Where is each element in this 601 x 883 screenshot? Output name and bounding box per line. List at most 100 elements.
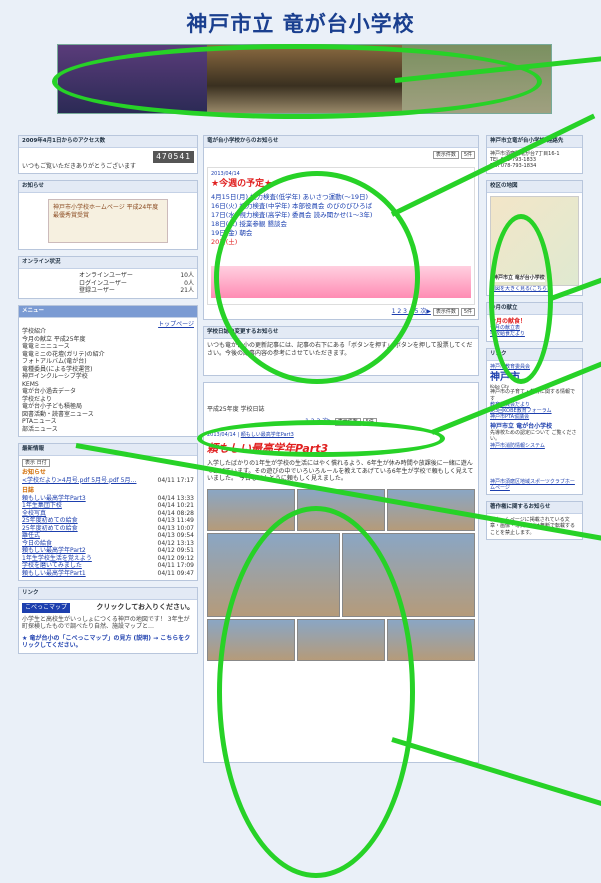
map-enlarge-link[interactable]: 地図を大きく見る(こちら) [490,286,579,292]
online-label: オンラインユーザー [79,272,133,280]
link-title: リンク [19,588,197,600]
oshirase-date: 04/11 17:17 [157,476,195,484]
diary-photo[interactable] [387,488,475,531]
diary-entry-date: 04/14 08:28 [157,509,195,517]
link-fire[interactable]: 神戸市消防情報システム [490,443,579,449]
diary-entry-link[interactable]: 離任式 [22,532,40,540]
link-pta[interactable]: 神戸市PTA協議会 [490,414,579,420]
menu-item[interactable]: 学校紹介 [22,328,194,336]
notice-count-select-bottom[interactable]: 5件 [460,308,475,317]
award-title: お知らせ [19,181,197,194]
diary-entry-link[interactable]: 25年度初めての給食 [22,525,78,533]
diary-box: 平成25年度 学校日誌 1 2 3 次▶ 表示件数 5件 2013/04/14 … [203,382,479,764]
kobekko-map-logo[interactable]: こべっこマップ [22,603,71,613]
diary-count-select[interactable]: 5件 [362,417,377,426]
contact-box: 神戸市立竜が台小学校 連絡先 神戸市須磨区竜が台7丁目16-1 TEL 078-… [486,135,583,174]
diary-heading: 平成25年度 学校日誌 [207,406,265,414]
sakura-decoration [211,266,471,299]
recent-title: 最新情報 [19,444,197,456]
diary-entry-date: 04/11 09:47 [157,569,195,577]
schedule-line: 20日(土) [211,238,238,247]
menu-item[interactable]: 竜種委員(による学校運営) [22,366,194,374]
diary-photo[interactable] [207,618,295,661]
menu-item[interactable]: 竜竜ミニの花壇(ガリテ)の紹介 [22,351,194,359]
links-title: リンク [487,348,582,361]
diary-entry-date: 04/13 11:49 [157,517,195,525]
diary-entry-link[interactable]: 1年生学校生活を覚えよう [22,555,92,563]
notice-pager[interactable]: 1 2 3 4 5 次▶ [392,308,431,315]
diary-entry-link[interactable]: 全校写真 [22,510,46,518]
menu-item[interactable]: KEMS [22,381,194,389]
diary-entry-link[interactable]: 25年度初めての給食 [22,517,78,525]
diary-photo[interactable] [207,532,340,617]
recent-select[interactable]: 表示 日付 [22,458,50,468]
diary-entry-row: 今日の給食 04/12 13:13 [22,540,194,548]
diary-entry-row: 離任式 04/13 09:54 [22,532,194,540]
diary-photo[interactable] [207,488,295,531]
school-map[interactable]: 神戸市立 竜が台小学校 [490,195,579,286]
right-column: 神戸市立竜が台小学校 連絡先 神戸市須磨区竜が台7丁目16-1 TEL 078-… [486,135,583,546]
ryugadai-logo[interactable]: 神戸市立 竜が台小学校 [490,423,579,431]
notice-page-select-bottom[interactable]: 表示件数 [432,308,459,317]
menu-item[interactable]: 神戸インクルーシブ学校 [22,373,194,381]
diary-text: 入学したばかりの1年生が学校の生活にはやく慣れるよう、6年生が休み時間や放課後に… [207,460,474,482]
diary-date: 2013/04/14 [207,432,236,438]
menu-item[interactable]: 竜竜ミニニュース [22,343,194,351]
diary-entry-date: 04/13 10:07 [157,524,195,532]
menu-item[interactable]: 竜が台小過去データ [22,388,194,396]
award-box: お知らせ 神戸市小学校ホームページ 平成24年度最優秀賞受賞 [18,180,198,251]
diary-pager[interactable]: 1 2 3 次▶ [305,418,333,425]
diary-entry-row: 1年生集団下校 04/14 10:21 [22,502,194,510]
access-thanks: いつもご覧いただきありがとうございます [22,162,137,170]
diary-entry-date: 04/13 09:54 [157,532,195,540]
menu-item[interactable]: PTAニュース [22,418,194,426]
links-box: リンク 神戸市教育委員会 神戸市 Kobe City 神戸市の子育て・教育に関す… [486,347,583,496]
schedule-line: 16日(火) 視力検査(中学年) 本部役員会 のびのびひろば [211,201,373,210]
diary-entry-link[interactable]: 頼もしい最高学年Part2 [22,547,86,555]
lunch-link[interactable]: 学校給食だより [490,331,579,337]
link-board[interactable]: 神戸市教育委員会 [490,364,579,370]
schedule-line: 17日(水) 視力検査(高学年) 委員会 読み聞かせ(1～3年) [211,210,373,219]
online-status-box: オンライン状況 オンラインユーザー 10人 ログインユーザー 0人 登録ユーザー 21… [18,256,198,299]
banner-photo-aerial [401,45,551,113]
diary-entry-link[interactable]: 今日の給食 [22,540,52,548]
diary-page-select[interactable]: 表示件数 [334,417,361,426]
diary-entry-link[interactable]: 1年生集団下校 [22,502,62,510]
diary-note-text: いつも竜が台小の更新記事には、記事の右下にある「ボタンを押す」 ボタンを押して投… [207,342,473,357]
diary-category[interactable]: 頼もしい最高学年Part3 [241,432,294,438]
oshirase-item[interactable]: <学校だより>4月号.pdf 5月号.pdf 5月… [22,477,136,485]
banner-photo-flag [58,45,208,113]
diary-note-box: 学校日誌の変更するお知らせ いつも竜が台小の更新記事には、記事の右下にある「ボタ… [203,326,479,377]
diary-photo[interactable] [297,488,385,531]
diary-entry-date: 04/14 10:21 [157,502,195,510]
menu-item[interactable]: 竜が台小子ども積極局 [22,403,194,411]
diary-entry-link[interactable]: 頼もしい最高学年Part1 [22,570,86,578]
diary-entry-link[interactable]: 学校を磨いてみました [22,562,82,570]
menu-box: メニュー トップページ 学校紹介 今月の献立 平成25年度 竜竜ミニニュース 竜竜ミニ… [18,304,198,437]
diary-photo[interactable] [297,618,385,661]
diary-entry-date: 04/12 09:12 [157,554,195,562]
diary-entry-row: 頼もしい最高学年Part3 04/14 13:33 [22,495,194,503]
map-school-label: 神戸市立 竜が台小学校 [493,275,545,282]
menu-top-link[interactable]: トップページ [22,321,194,329]
diary-photo[interactable] [342,532,475,617]
diary-photo[interactable] [387,618,475,661]
diary-entry-link[interactable]: 頼もしい最高学年Part3 [22,495,86,503]
copyright-box: 著作権に関するお知らせ 当ホームページに掲載されている文章・画像・写真などは無断… [486,501,583,540]
notice-count-select[interactable]: 5件 [460,150,475,160]
diary-photo-grid [207,488,475,531]
kobe-city-logo[interactable]: 神戸市 [490,372,579,385]
award-image[interactable]: 神戸市小学校ホームページ 平成24年度最優秀賞受賞 [48,199,168,244]
kobekko-help-link[interactable]: ★ 竜が台小の「こべっこマップ」の見方 (説明) → こちらをクリックしてくださ… [22,635,194,650]
notice-page-select[interactable]: 表示件数 [432,150,459,160]
copyright-text: 当ホームページに掲載されている文章・画像・写真などは無断で転載することを禁止しま… [490,517,576,536]
menu-item[interactable]: 今月の献立 平成25年度 [22,336,194,344]
schedule-lines: 4月15日(月) 視力検査(低学年) あいさつ運動(～19日) 16日(火) 視力… [211,193,471,248]
schedule-date: 2013/04/14 [211,171,240,178]
menu-item[interactable]: 部活ニュース [22,426,194,434]
link-sports-club[interactable]: 神戸市須磨区地域スポーツクラブホームページ [490,479,579,492]
menu-item[interactable]: 学校だより [22,396,194,404]
menu-item[interactable]: フォトアルバム(竜が台) [22,358,194,366]
click-text[interactable]: クリックしてお入りください。 [96,603,194,612]
menu-item[interactable]: 図書活動・読書室ニュース [22,411,194,419]
